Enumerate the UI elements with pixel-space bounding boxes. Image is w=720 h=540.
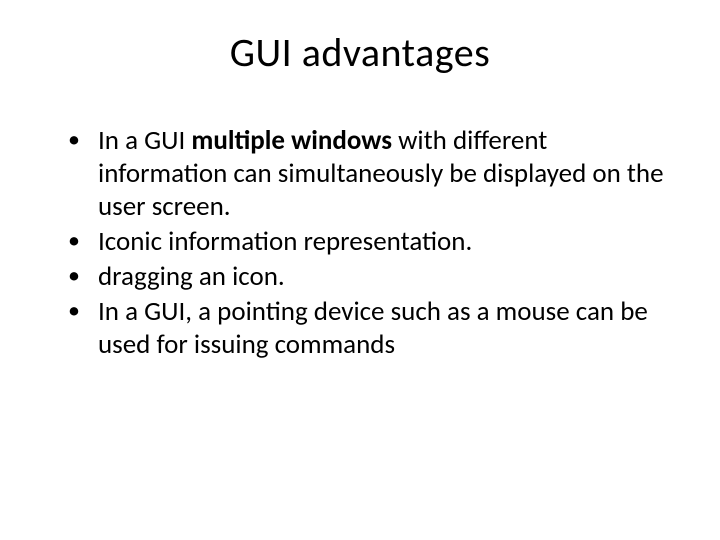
slide-title: GUI advantages <box>50 28 670 77</box>
list-item: In a GUI multiple windows with different… <box>68 125 670 224</box>
bullet-text-bold: multiple windows <box>191 124 398 157</box>
bullet-text-pre: In a GUI <box>98 124 191 157</box>
bullet-text: Iconic information representation. <box>98 225 472 258</box>
list-item: In a GUI, a pointing device such as a mo… <box>68 296 670 362</box>
list-item: Iconic information representation. <box>68 226 670 259</box>
bullet-text: dragging an icon. <box>98 260 285 293</box>
bullet-list: In a GUI multiple windows with different… <box>50 125 670 362</box>
bullet-text: In a GUI, a pointing device such as a mo… <box>98 295 648 361</box>
list-item: dragging an icon. <box>68 261 670 294</box>
